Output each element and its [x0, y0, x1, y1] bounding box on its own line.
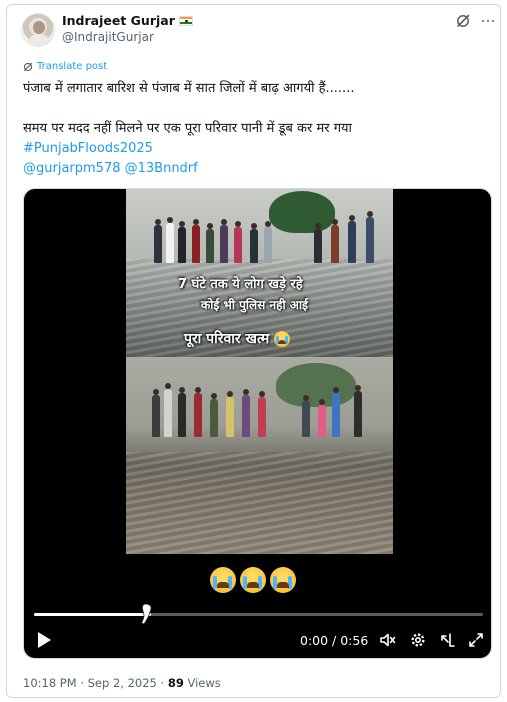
fullscreen-icon[interactable] [467, 631, 485, 649]
video-caption-2: कोई भी पुलिस नही आई [201, 298, 308, 312]
tweet-meta: 10:18 PM · Sep 2, 2025 · 89 Views [23, 676, 221, 690]
video-progress-bar[interactable] [34, 613, 483, 616]
meta-separator: · [80, 676, 84, 690]
play-icon[interactable] [36, 631, 52, 649]
picture-in-picture-icon[interactable] [439, 631, 457, 649]
author-handle[interactable]: @IndrajitGurjar [62, 30, 154, 44]
volume-icon[interactable] [379, 631, 397, 649]
avatar-head [33, 21, 45, 34]
crying-face-icon [274, 331, 291, 347]
video-caption-1: 7 घंटे तक ये लोग खड़े रहे [178, 277, 303, 292]
tweet-line-1: पंजाब में लगातार बारिश से पंजाब में सात … [23, 81, 355, 96]
video-player[interactable]: 7 घंटे तक ये लोग खड़े रहे कोई भी पुलिस न… [23, 188, 492, 659]
translate-icon [23, 62, 33, 71]
grok-icon[interactable] [455, 13, 471, 29]
crying-face-icon [210, 567, 236, 593]
avatar[interactable] [21, 13, 55, 47]
hashtag-link[interactable]: #PunjabFloods2025 [23, 139, 493, 159]
video-top-scene: 7 घंटे तक ये लोग खड़े रहे कोई भी पुलिस न… [126, 189, 393, 357]
video-caption-3: पूरा परिवार खत्म [184, 329, 291, 348]
tweet-text: पंजाब में लगातार बारिश से पंजाब में सात … [23, 79, 493, 179]
mentions-links[interactable]: @gurjarpm578 @13Bnndrf [23, 159, 493, 179]
tweet-line-2: समय पर मदद नहीं मिलने पर एक पूरा परिवार … [23, 121, 352, 136]
india-flag-icon [178, 15, 193, 26]
crying-face-icon [270, 567, 296, 593]
author-name-row[interactable]: Indrajeet Gurjar [62, 13, 193, 28]
views-count: 89 [167, 676, 184, 690]
views-label: Views [187, 676, 221, 690]
avatar-body [28, 34, 50, 46]
video-time-display: 0:00 / 0:56 [300, 633, 369, 648]
video-emoji-row [210, 567, 296, 593]
video-frame[interactable]: 7 घंटे तक ये लोग खड़े रहे कोई भी पुलिस न… [126, 189, 393, 554]
translate-post-label[interactable]: Translate post [37, 61, 107, 72]
translate-post-link[interactable]: Translate post [23, 61, 107, 72]
crying-face-icon [240, 567, 266, 593]
video-controls: 0:00 / 0:56 [24, 627, 491, 655]
settings-gear-icon[interactable] [409, 631, 427, 649]
tweet-time[interactable]: 10:18 PM [23, 676, 77, 690]
video-bottom-scene [126, 357, 393, 554]
meta-separator: · [160, 676, 165, 690]
author-display-name[interactable]: Indrajeet Gurjar [62, 13, 175, 28]
tweet-card: Indrajeet Gurjar @IndrajitGurjar Transla… [6, 4, 501, 698]
video-progress-fill [34, 613, 151, 616]
more-options-icon[interactable] [479, 13, 497, 29]
tweet-date[interactable]: Sep 2, 2025 [88, 676, 157, 690]
cursor-pointer-icon [140, 603, 152, 625]
